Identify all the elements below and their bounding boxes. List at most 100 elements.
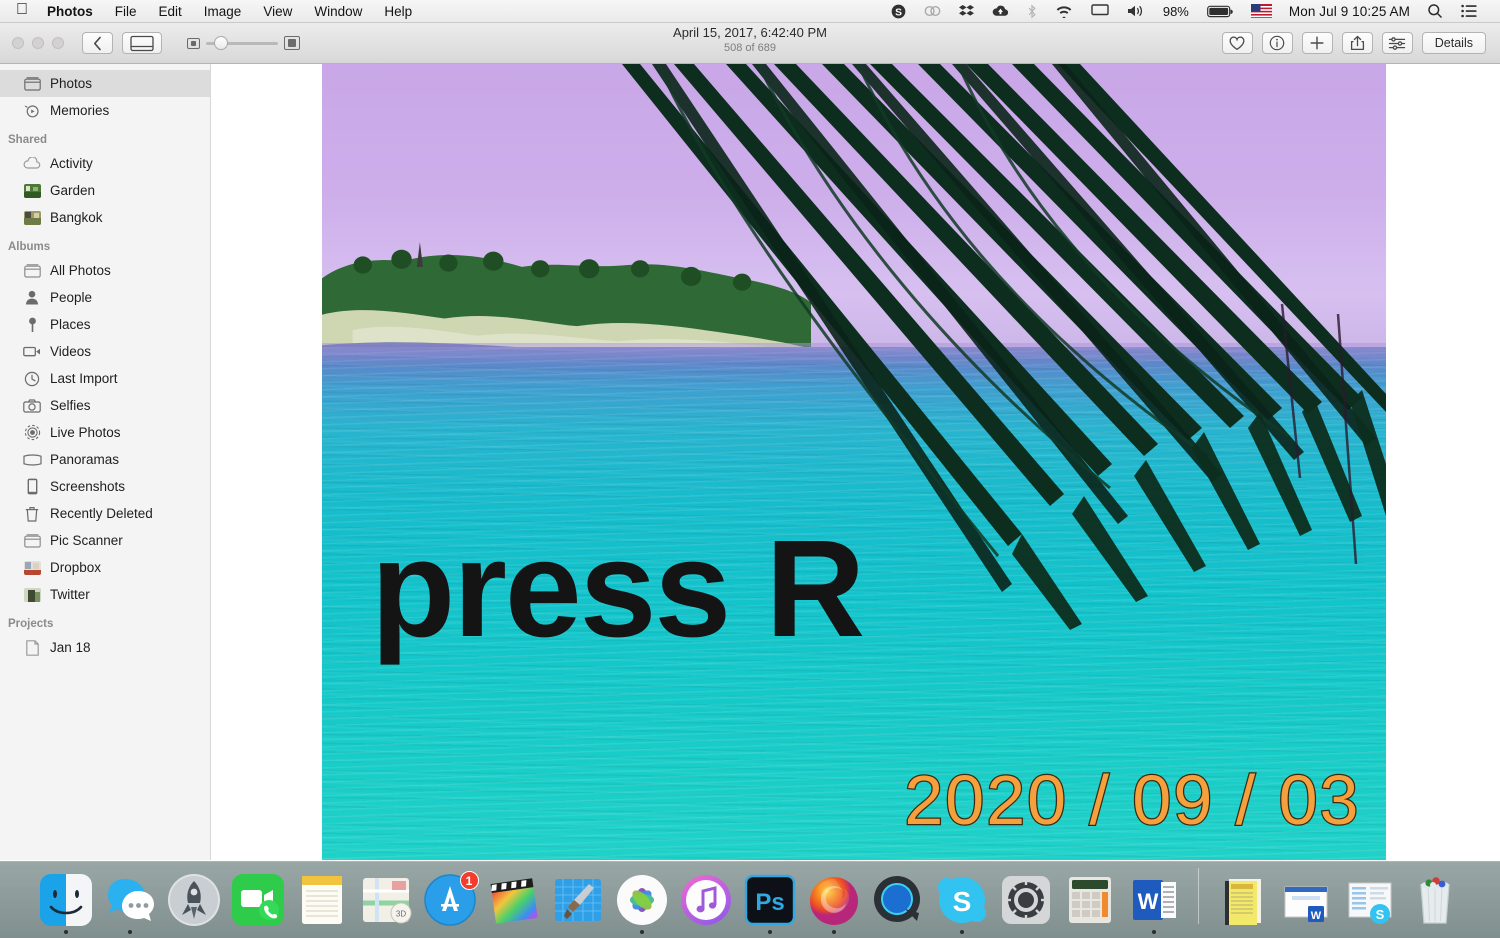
- sidebar-item-label: Live Photos: [50, 425, 121, 440]
- running-indicator: [960, 930, 964, 934]
- slider-track[interactable]: [206, 42, 278, 45]
- bluetooth-icon[interactable]: [1018, 0, 1046, 23]
- dock-item-photoshop[interactable]: Ps: [742, 864, 798, 934]
- dock-item-firefox[interactable]: [806, 864, 862, 934]
- wifi-icon[interactable]: [1046, 0, 1082, 23]
- sidebar-item-twitter[interactable]: Twitter: [0, 581, 210, 608]
- dock-item-photos[interactable]: [614, 864, 670, 934]
- notification-center-icon[interactable]: [1452, 0, 1486, 23]
- dock-item-messages[interactable]: [102, 864, 158, 934]
- sidebar-item-photos[interactable]: Photos: [0, 70, 210, 97]
- running-indicator: [704, 930, 708, 934]
- dock-item-notes[interactable]: [294, 864, 350, 934]
- dock-items: 3D 1: [38, 864, 1463, 938]
- search-icon[interactable]: [1418, 0, 1452, 23]
- window-controls[interactable]: [12, 37, 64, 49]
- sidebar-item-label: Places: [50, 317, 91, 332]
- dock-item-launchpad[interactable]: [166, 864, 222, 934]
- dock-item-quicktime[interactable]: [870, 864, 926, 934]
- slider-knob[interactable]: [214, 36, 228, 50]
- dock-item-maps[interactable]: 3D: [358, 864, 414, 934]
- share-button[interactable]: [1342, 32, 1373, 54]
- minimized-word-window: W: [1283, 875, 1331, 927]
- menu-item-image[interactable]: Image: [193, 4, 253, 19]
- photo-image[interactable]: press R 2020 / 09 / 03: [322, 64, 1386, 860]
- battery-percent-label[interactable]: 98%: [1154, 0, 1198, 23]
- panorama-icon: [22, 451, 42, 469]
- dock-item-finder[interactable]: [38, 864, 94, 934]
- sidebar-item-garden[interactable]: Garden: [0, 177, 210, 204]
- dock-item-word[interactable]: W: [1126, 864, 1182, 934]
- dock-item-skype[interactable]: S: [934, 864, 990, 934]
- pin-icon: [22, 316, 42, 334]
- sidebar-item-label: Last Import: [50, 371, 118, 386]
- menu-bar:  Photos File Edit Image View Window Hel…: [0, 0, 1500, 23]
- dock-item-final-cut-pro[interactable]: [486, 864, 542, 934]
- photo-viewer[interactable]: press R 2020 / 09 / 03: [211, 64, 1500, 860]
- sidebar-item-selfies[interactable]: Selfies: [0, 392, 210, 419]
- sidebar-item-dropbox[interactable]: Dropbox: [0, 554, 210, 581]
- sidebar-item-people[interactable]: People: [0, 284, 210, 311]
- sidebar-item-memories[interactable]: Memories: [0, 97, 210, 124]
- menu-item-help[interactable]: Help: [373, 4, 423, 19]
- split-view-icon[interactable]: [122, 32, 162, 54]
- photo-overlay-date: 2020 / 09 / 03: [904, 765, 1360, 835]
- airplay-icon[interactable]: [1082, 0, 1118, 23]
- menu-item-edit[interactable]: Edit: [148, 4, 193, 19]
- dock-item-minimized-word[interactable]: W: [1279, 864, 1335, 934]
- cloud-upload-icon[interactable]: [983, 0, 1018, 23]
- sidebar-item-last-import[interactable]: Last Import: [0, 365, 210, 392]
- us-flag-icon[interactable]: [1242, 0, 1281, 23]
- quicktime-icon: [871, 873, 925, 927]
- dock-item-system-preferences[interactable]: [998, 864, 1054, 934]
- battery-icon[interactable]: [1198, 0, 1242, 23]
- dock-item-trash[interactable]: [1407, 864, 1463, 934]
- favorite-button[interactable]: [1222, 32, 1253, 54]
- sidebar-item-bangkok[interactable]: Bangkok: [0, 204, 210, 231]
- adjust-button[interactable]: [1382, 32, 1413, 54]
- dock-item-facetime[interactable]: [230, 864, 286, 934]
- menu-bar-clock[interactable]: Mon Jul 9 10:25 AM: [1281, 0, 1418, 23]
- sidebar-item-screenshots[interactable]: Screenshots: [0, 473, 210, 500]
- info-button[interactable]: [1262, 32, 1293, 54]
- dropbox-icon[interactable]: [950, 0, 983, 23]
- menu-item-photos[interactable]: Photos: [36, 4, 104, 19]
- sidebar-item-places[interactable]: Places: [0, 311, 210, 338]
- sidebar-item-jan-18[interactable]: Jan 18: [0, 634, 210, 661]
- photos-icon: [615, 873, 669, 927]
- skype-icon[interactable]: S: [882, 0, 915, 23]
- cloud-sync-icon[interactable]: [915, 0, 950, 23]
- volume-icon[interactable]: [1118, 0, 1154, 23]
- trash-icon: [22, 505, 42, 523]
- minimize-button[interactable]: [32, 37, 44, 49]
- sidebar-item-panoramas[interactable]: Panoramas: [0, 446, 210, 473]
- dock-item-app-store[interactable]: 1: [422, 864, 478, 934]
- add-button[interactable]: [1302, 32, 1333, 54]
- sidebar-item-pic-scanner[interactable]: Pic Scanner: [0, 527, 210, 554]
- album-thumb-icon: [22, 209, 42, 227]
- zoom-button[interactable]: [52, 37, 64, 49]
- clock-icon: [22, 370, 42, 388]
- sidebar-item-videos[interactable]: Videos: [0, 338, 210, 365]
- sidebar-item-label: Dropbox: [50, 560, 101, 575]
- sidebar-item-live-photos[interactable]: Live Photos: [0, 419, 210, 446]
- sidebar-item-recently-deleted[interactable]: Recently Deleted: [0, 500, 210, 527]
- sidebar-item-all-photos[interactable]: All Photos: [0, 257, 210, 284]
- dock-item-minimized-skype[interactable]: S: [1343, 864, 1399, 934]
- live-photo-icon: [22, 424, 42, 442]
- sidebar-item-activity[interactable]: Activity: [0, 150, 210, 177]
- dock-item-calculator[interactable]: [1062, 864, 1118, 934]
- menu-item-file[interactable]: File: [104, 4, 148, 19]
- details-button[interactable]: Details: [1422, 32, 1486, 54]
- dock-item-minimized-notes[interactable]: [1215, 864, 1271, 934]
- back-button[interactable]: [82, 32, 113, 54]
- dock-item-xcode[interactable]: [550, 864, 606, 934]
- dock-item-itunes[interactable]: [678, 864, 734, 934]
- close-button[interactable]: [12, 37, 24, 49]
- menu-item-window[interactable]: Window: [303, 4, 373, 19]
- thumbnail-size-slider[interactable]: [187, 36, 300, 50]
- itunes-icon: [679, 873, 733, 927]
- sidebar-item-label: Videos: [50, 344, 91, 359]
- apple-menu-icon[interactable]: : [16, 2, 28, 18]
- menu-item-view[interactable]: View: [252, 4, 303, 19]
